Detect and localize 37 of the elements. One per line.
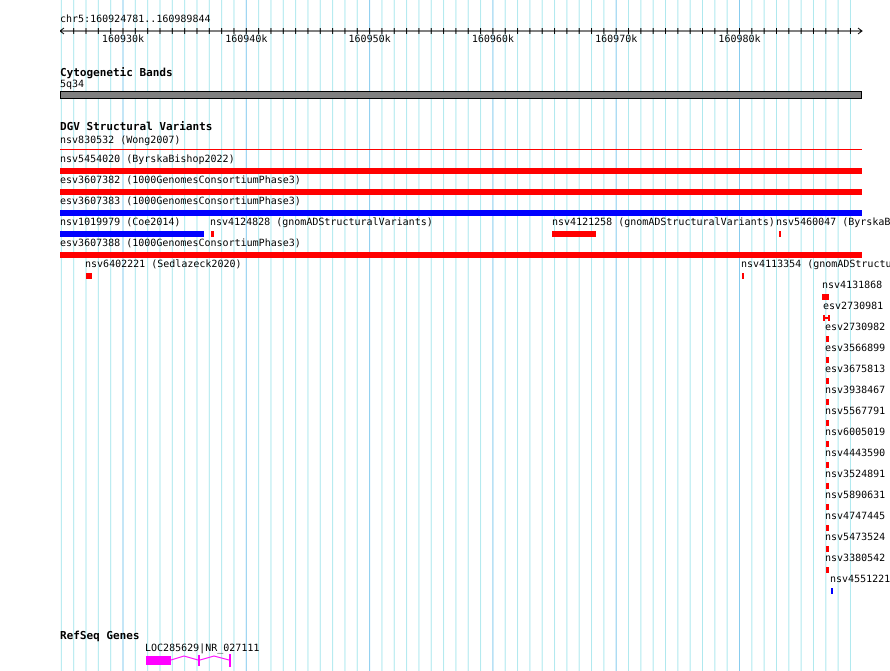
ruler-tick-label: 160980k xyxy=(718,34,761,46)
variant-label[interactable]: nsv4131868 xyxy=(822,280,882,292)
variant-label[interactable]: nsv5890631 xyxy=(825,490,886,502)
variant-label[interactable]: nsv830532 (Wong2007) xyxy=(60,135,180,147)
ruler-tick-label: 160960k xyxy=(472,34,514,46)
variant-label[interactable]: esv3607383 (1000GenomesConsortiumPhase3) xyxy=(60,196,301,208)
variant-label[interactable]: nsv3524891 xyxy=(825,469,886,481)
ruler-tick-label: 160940k xyxy=(225,34,268,46)
variant-label[interactable]: nsv5454020 (ByrskaBishop2022) xyxy=(60,154,235,166)
variant-label[interactable]: esv3607382 (1000GenomesConsortiumPhase3) xyxy=(60,175,301,187)
gene-label[interactable]: LOC285629|NR_027111 xyxy=(145,643,260,655)
variant-label[interactable]: esv2730982 xyxy=(825,322,886,334)
variant-label[interactable]: nsv5567791 xyxy=(825,406,886,418)
variant-label[interactable]: nsv4551221 xyxy=(830,574,890,586)
variant-label[interactable]: nsv3938467 xyxy=(825,385,886,397)
variant-label[interactable]: nsv5473524 xyxy=(825,532,886,544)
band-label: 5q34 xyxy=(60,79,84,91)
variant-label[interactable]: nsv4121258 (gnomADStructuralVariants) xyxy=(552,217,775,229)
variant-label[interactable]: nsv1019979 (Coe2014) xyxy=(60,217,180,229)
ruler-tick-label: 160950k xyxy=(348,34,391,46)
ruler-tick-label: 160970k xyxy=(595,34,638,46)
variant-label[interactable]: esv3607388 (1000GenomesConsortiumPhase3) xyxy=(60,238,301,250)
track-title: DGV Structural Variants xyxy=(60,121,212,133)
variant-label[interactable]: esv3566899 xyxy=(825,343,886,355)
variant-label[interactable]: esv3675813 xyxy=(825,364,886,376)
variant-label[interactable]: nsv3380542 xyxy=(825,553,886,565)
variant-label[interactable]: nsv4124828 (gnomADStructuralVariants) xyxy=(210,217,433,229)
variant-label[interactable]: nsv6402221 (Sedlazeck2020) xyxy=(85,259,242,271)
variant-label[interactable]: nsv6005019 xyxy=(825,427,886,439)
region-label: chr5:160924781..160989844 xyxy=(60,14,211,26)
variant-label[interactable]: nsv4443590 xyxy=(825,448,886,460)
track-title: Cytogenetic Bands xyxy=(60,67,173,79)
track-title: RefSeq Genes xyxy=(60,630,140,642)
variant-label[interactable]: nsv5460047 (ByrskaB xyxy=(776,217,890,229)
ruler-tick-label: 160930k xyxy=(102,34,144,46)
variant-label[interactable]: esv2730981 xyxy=(823,301,884,313)
variant-label[interactable]: nsv4747445 xyxy=(825,511,886,523)
